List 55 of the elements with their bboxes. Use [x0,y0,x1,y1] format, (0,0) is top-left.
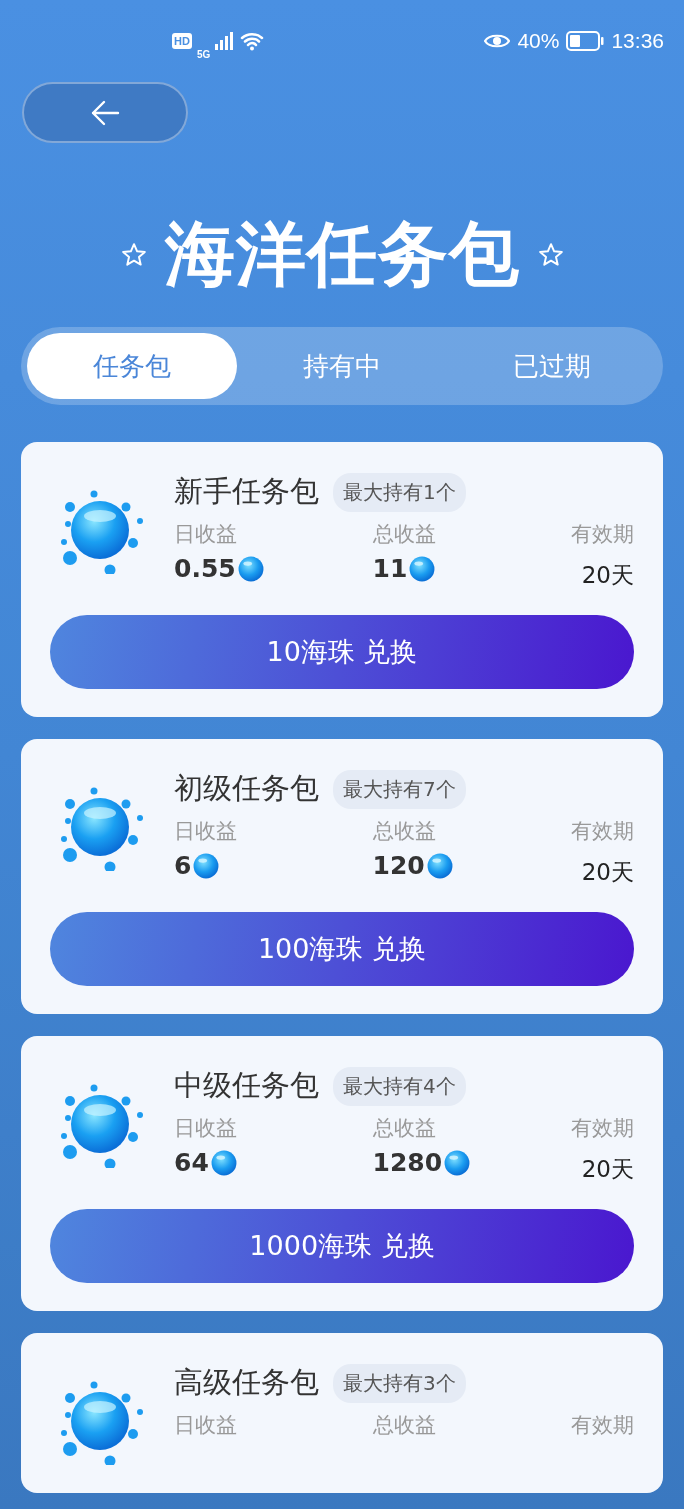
stat-label: 有效期 [571,1412,634,1439]
stat-label: 有效期 [571,521,634,548]
pearl-icon [426,852,453,879]
pearl-icon [409,555,436,582]
package-name: 中级任务包 [174,1067,319,1104]
total-income-value: 1280 [372,1148,443,1177]
pearl-icon [193,852,220,879]
battery-icon [566,31,605,51]
stat-label: 有效期 [571,1115,634,1142]
holding-limit-tag: 最大持有7个 [333,769,466,809]
redeem-button[interactable]: 1000海珠 兑换 [50,1209,634,1283]
stat-label: 日收益 [174,1115,238,1142]
water-drop-icon [60,1084,144,1168]
water-drop-icon [60,787,144,871]
stat-label: 日收益 [174,818,238,845]
daily-income-value: 6 [174,851,192,880]
wifi-icon [240,31,265,51]
star-icon [537,242,564,268]
stat-label: 日收益 [174,521,238,548]
holding-limit-tag: 最大持有4个 [333,1066,466,1106]
stat-label: 总收益 [372,521,437,548]
stat-label: 日收益 [174,1412,238,1439]
redeem-button[interactable]: 100海珠 兑换 [50,912,634,986]
total-income-value: 120 [372,851,425,880]
total-income-value: 11 [372,554,408,583]
validity-value: 20天 [581,561,634,590]
daily-income-value: 0.55 [174,554,236,583]
validity-value: 20天 [581,858,634,887]
stat-label: 总收益 [372,1115,437,1142]
signal-icon [215,32,236,50]
package-name: 高级任务包 [174,1364,319,1401]
network-type: 5G [196,48,211,60]
redeem-button[interactable]: 10海珠 兑换 [50,615,634,689]
holding-limit-tag: 最大持有3个 [333,1363,466,1403]
stat-label: 总收益 [372,818,437,845]
pearl-icon [444,1149,471,1176]
water-drop-icon [60,490,144,574]
pearl-icon [237,555,264,582]
stat-label: 有效期 [571,818,634,845]
tab[interactable]: 任务包 [27,333,237,399]
back-arrow-icon [90,99,120,126]
stat-label: 总收益 [372,1412,437,1439]
battery-percent: 40% [517,29,560,53]
clock: 13:36 [611,29,664,53]
package-name: 新手任务包 [174,473,319,510]
validity-value: 20天 [581,1155,634,1184]
page-title: 海洋任务包 [164,212,520,297]
package-name: 初级任务包 [174,770,319,807]
pearl-icon [210,1149,237,1176]
daily-income-value: 64 [174,1148,209,1177]
holding-limit-tag: 最大持有1个 [333,472,466,512]
water-drop-icon [60,1381,144,1465]
star-icon [120,242,147,268]
eye-icon [484,32,511,50]
hd-indicator: HD [172,33,192,49]
